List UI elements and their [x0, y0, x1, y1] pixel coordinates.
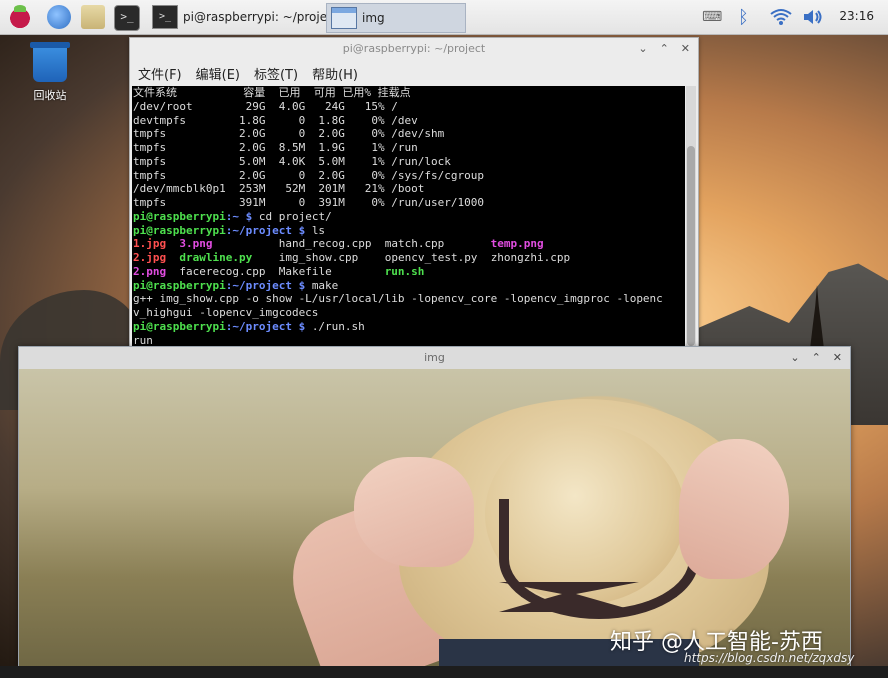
raspberry-menu-icon[interactable] [8, 5, 32, 29]
terminal-launcher-icon[interactable]: >_ [114, 5, 140, 31]
df-row: tmpfs 2.0G 8.5M 1.9G 1% /run [133, 141, 418, 154]
terminal-output[interactable]: 文件系统 容量 已用 可用 已用% 挂载点 /dev/root 29G 4.0G… [132, 86, 685, 348]
terminal-menubar: 文件(F) 编辑(E) 标签(T) 帮助(H) [130, 60, 698, 86]
command: ls [311, 223, 326, 237]
taskbar-task-terminal[interactable]: >_ pi@raspberrypi: ~/project [152, 3, 338, 31]
prompt-path: :~/project $ [225, 319, 312, 333]
img-window: img ⌄ ⌃ ✕ [18, 346, 851, 668]
watermark-url: https://blog.csdn.net/zqxdsy [684, 651, 855, 665]
bottom-border [0, 666, 888, 678]
ls-entry: 3.png [179, 237, 213, 251]
terminal-titlebar[interactable]: pi@raspberrypi: ~/project ⌄ ⌃ ✕ [130, 38, 698, 60]
taskbar-task-img[interactable]: img [326, 3, 466, 33]
df-row: tmpfs 391M 0 391M 0% /run/user/1000 [133, 196, 484, 209]
df-row: tmpfs 2.0G 0 2.0G 0% /sys/fs/cgroup [133, 168, 484, 182]
prompt-user: pi@raspberrypi [133, 209, 226, 223]
df-row: tmpfs 2.0G 0 2.0G 0% /dev/shm [133, 127, 445, 141]
taskbar-task-label: img [362, 11, 385, 25]
ls-entry: temp.png [490, 237, 544, 251]
command: make [311, 278, 339, 292]
terminal-icon: >_ [152, 5, 178, 29]
clock[interactable]: 23:16 [839, 9, 874, 23]
ls-entry: facerecog.cpp [179, 264, 266, 278]
terminal-title: pi@raspberrypi: ~/project [342, 42, 486, 55]
df-row: tmpfs 5.0M 4.0K 5.0M 1% /run/lock [133, 154, 451, 168]
menu-tabs[interactable]: 标签(T) [254, 64, 298, 83]
img-window-title: img [424, 351, 445, 364]
prompt-user: pi@raspberrypi [133, 223, 226, 237]
command: cd project/ [258, 209, 332, 223]
volume-icon[interactable] [802, 0, 824, 34]
ls-entry: 2.jpg [133, 251, 167, 264]
menu-edit[interactable]: 编辑(E) [196, 64, 240, 83]
df-row: /dev/root 29G 4.0G 24G 15% / [133, 99, 398, 113]
prompt-user: pi@raspberrypi [133, 278, 226, 292]
trash-desktop-icon[interactable]: 回收站 [30, 42, 70, 103]
displayed-image [19, 369, 850, 667]
web-browser-icon[interactable] [47, 5, 71, 29]
ls-entry: Makefile [278, 264, 332, 278]
maximize-icon[interactable]: ⌃ [812, 347, 821, 369]
df-row: devtmpfs 1.8G 0 1.8G 0% /dev [133, 113, 418, 127]
make-output: v_highgui -lopencv_imgcodecs [133, 306, 319, 319]
photo-right-hand [679, 439, 789, 579]
menu-file[interactable]: 文件(F) [138, 64, 182, 83]
file-manager-icon[interactable] [81, 5, 105, 29]
bluetooth-icon[interactable]: ᛒ [738, 0, 749, 34]
scrollbar-thumb[interactable] [687, 146, 695, 346]
df-header: 文件系统 容量 已用 可用 已用% 挂载点 [133, 86, 411, 99]
ls-entry: opencv_test.py [384, 251, 478, 264]
close-icon[interactable]: ✕ [833, 347, 842, 369]
trash-icon [30, 42, 70, 82]
df-row: /dev/mmcblk0p1 253M 52M 201M 21% /boot [133, 182, 425, 196]
make-output: g++ img_show.cpp -o show -L/usr/local/li… [133, 292, 663, 306]
taskbar-task-label: pi@raspberrypi: ~/project [183, 10, 339, 24]
ls-entry: img_show.cpp [278, 251, 359, 264]
ls-entry: 2.png [133, 264, 167, 278]
terminal-scrollbar[interactable] [686, 86, 696, 348]
command: ./run.sh [311, 319, 365, 333]
ls-entry: zhongzhi.cpp [490, 251, 571, 264]
prompt-user: pi@raspberrypi [133, 319, 226, 333]
ls-entry: hand_recog.cpp [278, 237, 372, 251]
wifi-icon[interactable] [770, 0, 792, 34]
trash-label: 回收站 [33, 89, 67, 102]
ls-entry: 1.jpg [133, 237, 167, 251]
chevron-down-icon[interactable]: ⌄ [790, 347, 799, 369]
prompt-path: :~/project $ [225, 223, 312, 237]
ls-entry: run.sh [384, 264, 425, 278]
taskbar: >_ >_ pi@raspberrypi: ~/project img ⌨ ᛒ … [0, 0, 888, 35]
ls-entry: drawline.py [179, 251, 253, 264]
maximize-icon[interactable]: ⌃ [660, 38, 669, 60]
image-window-icon [331, 7, 357, 29]
keyboard-icon[interactable]: ⌨ [702, 0, 722, 34]
prompt-path: :~/project $ [225, 278, 312, 292]
terminal-window: pi@raspberrypi: ~/project ⌄ ⌃ ✕ 文件(F) 编辑… [129, 37, 699, 351]
prompt-path: :~ $ [225, 209, 259, 223]
img-titlebar[interactable]: img ⌄ ⌃ ✕ [19, 347, 850, 369]
close-icon[interactable]: ✕ [681, 38, 690, 60]
menu-help[interactable]: 帮助(H) [312, 64, 358, 83]
ls-entry: match.cpp [384, 237, 445, 251]
run-output: run [133, 333, 153, 347]
chevron-down-icon[interactable]: ⌄ [638, 38, 647, 60]
photo-left-hand [354, 457, 474, 567]
